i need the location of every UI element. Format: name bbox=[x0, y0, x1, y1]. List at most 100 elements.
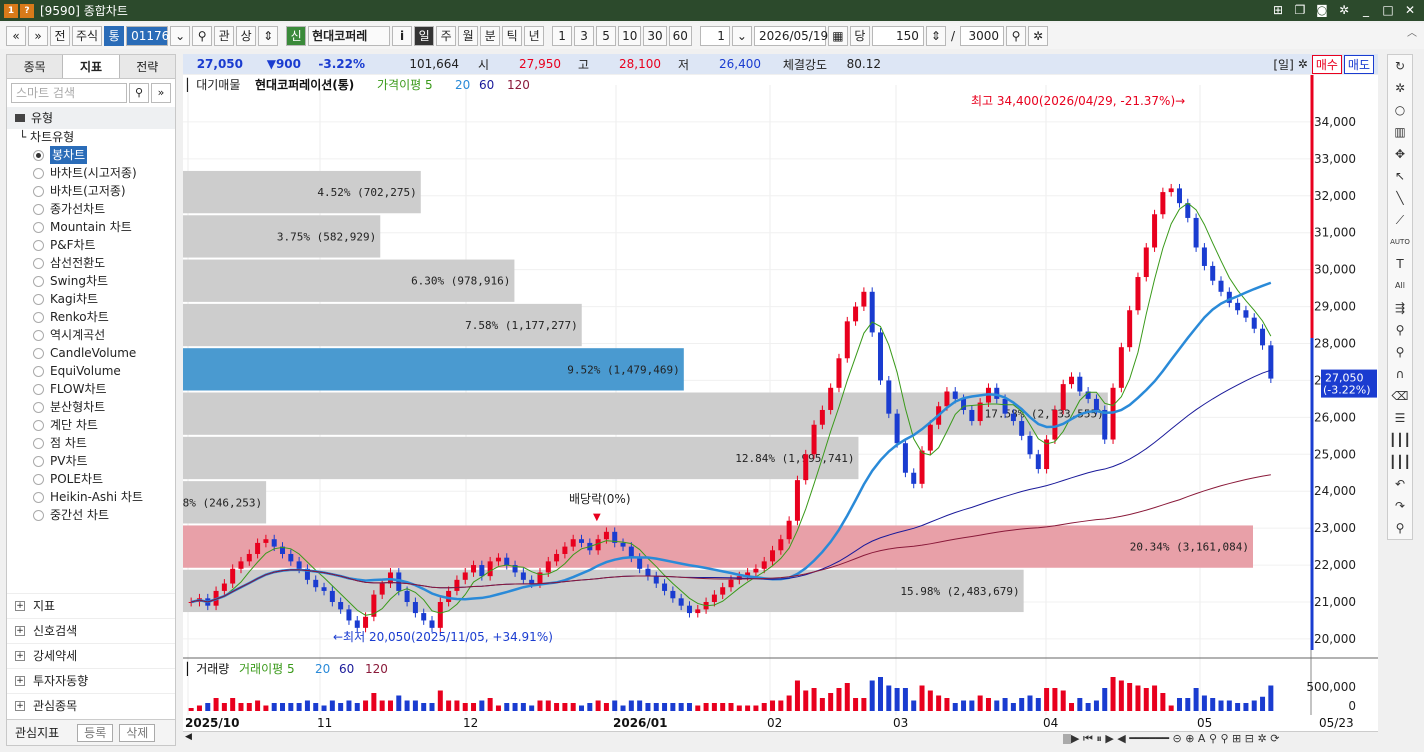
radio-icon[interactable] bbox=[33, 329, 44, 341]
gear-icon[interactable]: ✲ bbox=[1336, 2, 1352, 18]
radio-icon[interactable] bbox=[33, 455, 44, 467]
scroll-thumb[interactable] bbox=[1063, 734, 1071, 744]
eraser-icon[interactable]: ⌫ bbox=[1388, 385, 1412, 407]
settings-icon[interactable]: ✲ bbox=[1027, 26, 1048, 46]
scroll-left-icon[interactable]: ◀ bbox=[185, 732, 192, 742]
interval-input[interactable]: 1 bbox=[699, 26, 730, 46]
chart-type-item[interactable]: 바차트(시고저종) bbox=[7, 164, 175, 182]
pointer-icon[interactable]: ↖ bbox=[1388, 165, 1412, 187]
chart-type-item[interactable]: 종가선차트 bbox=[7, 200, 175, 218]
scroll-up-icon[interactable]: ︿ bbox=[1404, 23, 1420, 45]
radio-icon[interactable] bbox=[33, 383, 44, 395]
delete-button[interactable]: 삭제 bbox=[119, 723, 156, 742]
radio-icon[interactable] bbox=[33, 275, 44, 287]
minute-30-button[interactable]: 30 bbox=[643, 26, 667, 46]
info-button[interactable]: i bbox=[392, 26, 413, 46]
menu-button[interactable]: » bbox=[28, 26, 48, 46]
expand-icon[interactable]: + bbox=[15, 651, 25, 661]
chart-type-item[interactable]: Swing차트 bbox=[7, 272, 175, 290]
compare-icon[interactable]: ⇶ bbox=[1388, 297, 1412, 319]
up-button[interactable]: 상 bbox=[236, 26, 257, 46]
settings-icon[interactable]: ✲ bbox=[1388, 77, 1412, 99]
bars-icon[interactable]: ┃┃┃ bbox=[1388, 429, 1412, 451]
price-chart-svg[interactable]: 4.52% (702,275) 3.75% (582,929) 6.30% (978… bbox=[163, 75, 1378, 740]
tab-stocks[interactable]: 종목 bbox=[7, 55, 62, 78]
magnet-icon[interactable]: ∩ bbox=[1388, 363, 1412, 385]
camera-icon[interactable]: ◙ bbox=[1314, 2, 1330, 18]
period-tick-button[interactable]: 틱 bbox=[502, 26, 523, 46]
search-icon[interactable]: ⚲ bbox=[129, 83, 149, 103]
minute-1-button[interactable]: 1 bbox=[552, 26, 573, 46]
radio-icon[interactable] bbox=[33, 203, 44, 215]
copy-icon[interactable]: ❐ bbox=[1292, 2, 1308, 18]
gwan-button[interactable]: 관 bbox=[214, 26, 235, 46]
radio-icon[interactable] bbox=[33, 185, 44, 197]
fib-icon[interactable]: ☰ bbox=[1388, 407, 1412, 429]
maximize-icon[interactable]: □ bbox=[1380, 2, 1396, 18]
chart-type-item[interactable]: Heikin-Ashi 차트 bbox=[7, 488, 175, 506]
radio-icon[interactable] bbox=[33, 437, 44, 449]
expand-icon[interactable]: + bbox=[15, 676, 25, 686]
expand-icon[interactable]: + bbox=[15, 601, 25, 611]
buy-button[interactable]: 매수 bbox=[1311, 54, 1342, 74]
radio-icon[interactable] bbox=[33, 221, 44, 233]
minute-5-button[interactable]: 5 bbox=[596, 26, 617, 46]
tab-strategy[interactable]: 전략 bbox=[120, 55, 175, 78]
calendar-icon[interactable]: ▦ bbox=[827, 26, 848, 46]
section-type[interactable]: 유형 bbox=[7, 107, 175, 129]
chart-type-item[interactable]: 중간선 차트 bbox=[7, 506, 175, 524]
magnifier-icon[interactable]: ⚲ bbox=[1388, 517, 1412, 539]
spinner-icon[interactable]: ⇕ bbox=[258, 26, 279, 46]
minute-3-button[interactable]: 3 bbox=[574, 26, 595, 46]
circle-icon[interactable]: ○ bbox=[1388, 99, 1412, 121]
radio-icon[interactable] bbox=[33, 365, 44, 377]
undo-icon[interactable]: ↶ bbox=[1388, 473, 1412, 495]
chart-type-item[interactable]: 바차트(고저종) bbox=[7, 182, 175, 200]
bar-chart-icon[interactable]: ▥ bbox=[1388, 121, 1412, 143]
period-month-button[interactable]: 월 bbox=[458, 26, 479, 46]
expand-icon[interactable]: + bbox=[15, 626, 25, 636]
interval-dropdown-icon[interactable]: ⌄ bbox=[731, 26, 752, 46]
count-input[interactable]: 150 bbox=[871, 26, 924, 46]
max-count-input[interactable]: 3000 bbox=[959, 26, 1004, 46]
redo-icon[interactable]: ↷ bbox=[1388, 495, 1412, 517]
quote-settings-icon[interactable]: ✲ bbox=[1298, 57, 1308, 71]
radio-icon[interactable] bbox=[33, 257, 44, 269]
radio-icon[interactable] bbox=[33, 491, 44, 503]
chart-type-item[interactable]: Renko차트 bbox=[7, 308, 175, 326]
prev-stock-button[interactable]: 전 bbox=[50, 26, 70, 46]
chart-type-item[interactable]: 분산형차트 bbox=[7, 398, 175, 416]
category-item[interactable]: + 신호검색 bbox=[7, 618, 175, 643]
prev-button[interactable]: « bbox=[6, 26, 26, 46]
radio-icon[interactable] bbox=[33, 509, 44, 521]
minimize-icon[interactable]: _ bbox=[1358, 2, 1374, 18]
horizontal-scrollbar[interactable]: ◀ ▶ ⏮ ⏸ ▶ ◀ ━━━━━━ ⊝ ⊕ A ⚲ ⚲ ⊞ ⊟ ✲ ⟳ bbox=[183, 731, 1378, 746]
radio-icon[interactable] bbox=[33, 473, 44, 485]
count-spinner-icon[interactable]: ⇕ bbox=[925, 26, 946, 46]
category-item[interactable]: + 투자자동향 bbox=[7, 668, 175, 693]
chart-type-item[interactable]: 봉차트 bbox=[7, 146, 175, 164]
zoom-out-icon[interactable]: ⚲ bbox=[1388, 341, 1412, 363]
chart-type-item[interactable]: 역시계곡선 bbox=[7, 326, 175, 344]
category-item[interactable]: + 강세약세 bbox=[7, 643, 175, 668]
chart-type-item[interactable]: CandleVolume bbox=[7, 344, 175, 362]
new-window-icon[interactable]: ⊞ bbox=[1270, 2, 1286, 18]
help-icon[interactable]: ? bbox=[20, 3, 34, 18]
line-tool-icon[interactable]: ╲ bbox=[1388, 187, 1412, 209]
sell-button[interactable]: 매도 bbox=[1343, 54, 1374, 74]
chart-type-item[interactable]: P&F차트 bbox=[7, 236, 175, 254]
chart-type-item[interactable]: 계단 차트 bbox=[7, 416, 175, 434]
dang-button[interactable]: 당 bbox=[849, 26, 870, 46]
radio-icon[interactable] bbox=[33, 239, 44, 251]
refresh-icon[interactable]: ↻ bbox=[1388, 55, 1412, 77]
category-item[interactable]: + 관심종목 bbox=[7, 693, 175, 718]
expand-icon[interactable]: + bbox=[15, 701, 25, 711]
chart-type-item[interactable]: Kagi차트 bbox=[7, 290, 175, 308]
chart-type-item[interactable]: 삼선전환도 bbox=[7, 254, 175, 272]
chart-type-item[interactable]: Mountain 차트 bbox=[7, 218, 175, 236]
radio-icon[interactable] bbox=[33, 419, 44, 431]
period-day-button[interactable]: 일 bbox=[414, 26, 435, 46]
crosshair-icon[interactable]: ✥ bbox=[1388, 143, 1412, 165]
all-icon[interactable]: All bbox=[1388, 275, 1412, 297]
chart-type-item[interactable]: 점 차트 bbox=[7, 434, 175, 452]
